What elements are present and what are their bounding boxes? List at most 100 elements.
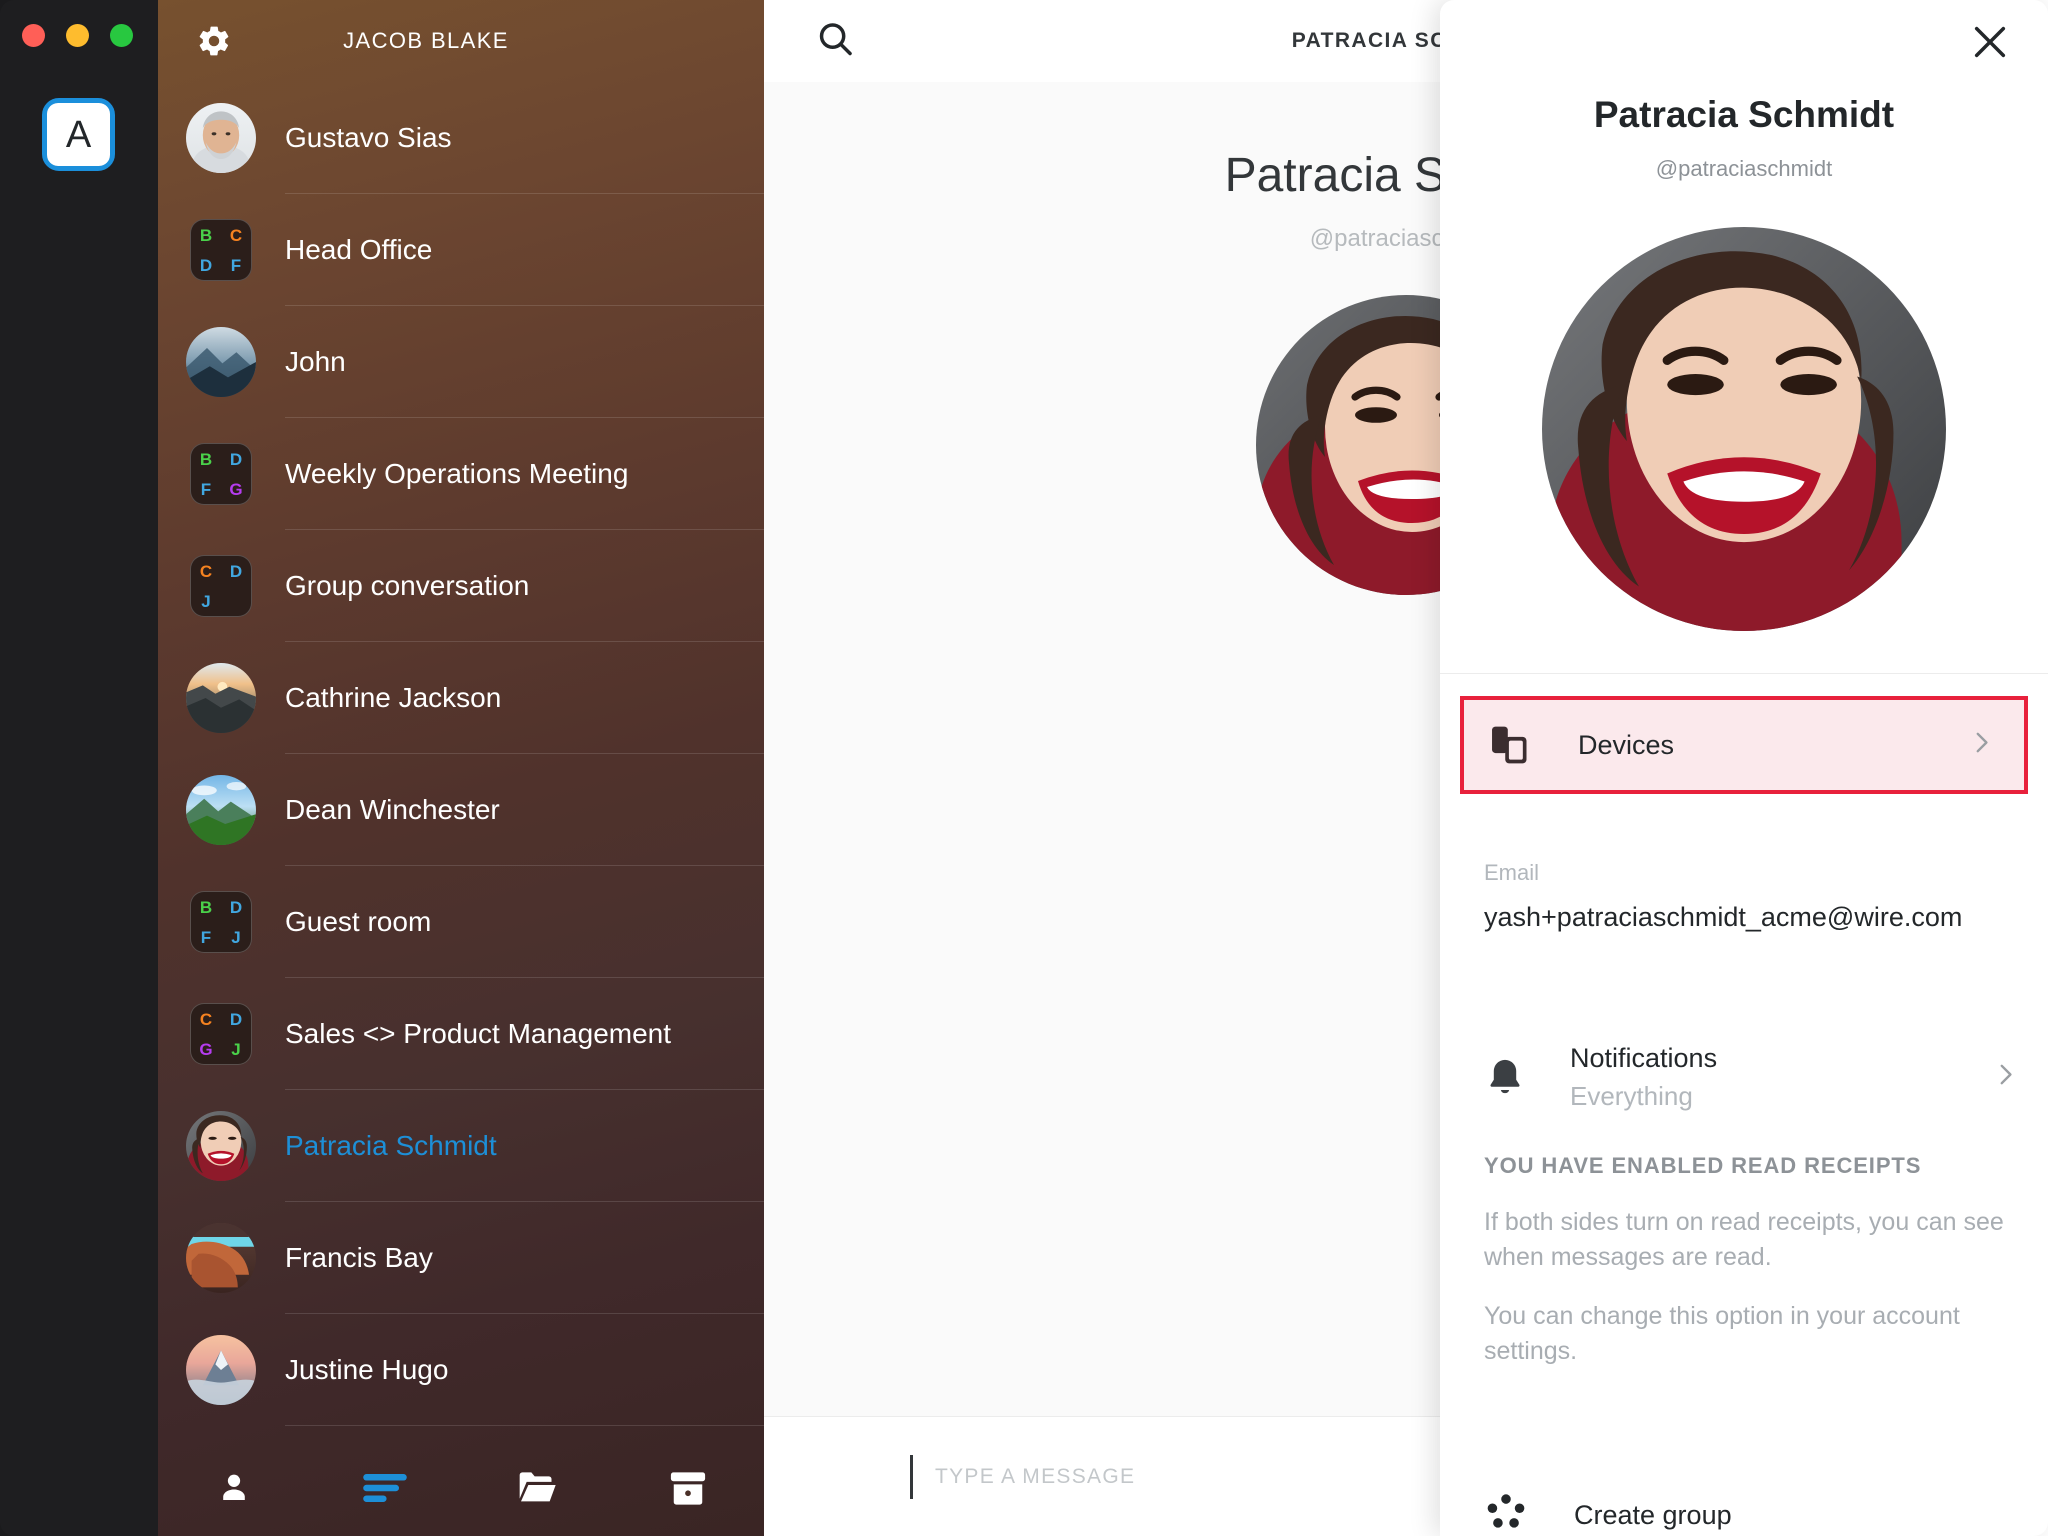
create-group-label: Create group — [1574, 1499, 1732, 1530]
group-avatar-letter: J — [231, 927, 241, 947]
avatar — [186, 1111, 256, 1181]
bell-icon — [1484, 1056, 1526, 1098]
group-avatar-letters: CDJ — [190, 555, 252, 617]
group-avatar: CDJ — [186, 551, 256, 621]
conversation-name: Justine Hugo — [285, 1354, 449, 1385]
avatar — [186, 775, 256, 845]
account-badge-letter: A — [47, 103, 110, 166]
chevron-right-icon — [1992, 1062, 2018, 1093]
group-avatar-letter: F — [200, 479, 212, 499]
window-traffic-lights — [22, 24, 133, 47]
conversation-list-item[interactable]: C D J Group conversation — [158, 530, 764, 642]
conversation-sidebar: JACOB BLAKE Gustavo Sias B C D F Head Office J… — [158, 0, 764, 1536]
avatar-photo — [186, 327, 256, 397]
group-avatar-letters: BDFG — [190, 443, 252, 505]
read-receipts-section: YOU HAVE ENABLED READ RECEIPTS If both s… — [1440, 1125, 2048, 1369]
conversation-name: Dean Winchester — [285, 794, 500, 825]
conversation-list-item[interactable]: Francis Bay — [158, 1202, 764, 1314]
avatar-photo — [186, 1111, 256, 1181]
group-avatar-letter: B — [199, 225, 213, 245]
account-switcher-badge[interactable]: A — [42, 98, 115, 171]
avatar-photo — [186, 1335, 256, 1405]
close-icon[interactable] — [1966, 18, 2014, 66]
account-rail: A — [0, 0, 158, 1536]
group-avatar-letter: G — [229, 479, 243, 499]
avatar — [186, 1223, 256, 1293]
chevron-right-icon — [1968, 730, 1994, 761]
tab-archive[interactable] — [613, 1440, 765, 1536]
conversation-name: Group conversation — [285, 570, 530, 601]
conversation-list-item[interactable]: B D F G Weekly Operations Meeting — [158, 418, 764, 530]
group-avatar-letter: D — [229, 1009, 243, 1029]
group-avatar-letter: G — [199, 1039, 213, 1059]
group-avatar-letters: BCDF — [190, 219, 252, 281]
conversation-list-item[interactable]: B C D F Head Office — [158, 194, 764, 306]
message-input-placeholder: TYPE A MESSAGE — [935, 1464, 1136, 1488]
sidebar-tab-bar — [158, 1440, 764, 1536]
group-avatar-letter: D — [199, 255, 213, 275]
avatar-photo — [186, 103, 256, 173]
gear-icon[interactable] — [196, 23, 232, 59]
group-avatar-letter: B — [199, 897, 213, 917]
group-avatar-letters: CDGJ — [190, 1003, 252, 1065]
devices-row[interactable]: Devices — [1460, 696, 2028, 794]
conversation-list-item[interactable]: B D F J Guest room — [158, 866, 764, 978]
group-avatar-letter: J — [201, 591, 211, 611]
notifications-title: Notifications — [1570, 1042, 1718, 1073]
conversation-name: Francis Bay — [285, 1242, 433, 1273]
minimize-window-button[interactable] — [66, 24, 89, 47]
read-receipts-heading: YOU HAVE ENABLED READ RECEIPTS — [1484, 1153, 1922, 1178]
tab-conversations[interactable] — [310, 1440, 462, 1536]
details-avatar — [1542, 227, 1946, 631]
group-avatar-letter: D — [229, 561, 243, 581]
sidebar-title: JACOB BLAKE — [343, 28, 509, 53]
read-receipts-paragraph-2: You can change this option in your accou… — [1484, 1302, 1960, 1365]
group-avatar-letter: F — [200, 927, 212, 947]
read-receipts-paragraph-1: If both sides turn on read receipts, you… — [1484, 1208, 2004, 1271]
avatar — [186, 663, 256, 733]
group-avatar-letter: C — [199, 1009, 213, 1029]
conversation-name: Weekly Operations Meeting — [285, 458, 629, 489]
notifications-row[interactable]: Notifications Everything — [1440, 1029, 2048, 1125]
avatar — [186, 1335, 256, 1405]
group-avatar: BDFG — [186, 439, 256, 509]
email-value: yash+patraciaschmidt_acme@wire.com — [1484, 902, 1963, 932]
group-avatar-letters: BDFJ — [190, 891, 252, 953]
conversation-list-item[interactable]: Justine Hugo — [158, 1314, 764, 1426]
conversation-list-item[interactable]: Gustavo Sias — [158, 82, 764, 194]
email-block: Email yash+patraciaschmidt_acme@wire.com — [1440, 794, 2048, 933]
conversation-list-item[interactable]: John — [158, 306, 764, 418]
devices-icon — [1488, 723, 1532, 767]
tab-folders[interactable] — [461, 1440, 613, 1536]
group-icon — [1484, 1491, 1528, 1535]
group-avatar-letter: D — [229, 449, 243, 469]
create-group-row[interactable]: Create group — [1440, 1464, 2048, 1536]
group-avatar: BDFJ — [186, 887, 256, 957]
conversation-name: Patracia Schmidt — [285, 1130, 497, 1161]
sidebar-header: JACOB BLAKE — [158, 0, 764, 82]
details-handle: @patraciaschmidt — [1655, 156, 1833, 181]
tab-people[interactable] — [158, 1440, 310, 1536]
details-name: Patracia Schmidt — [1593, 94, 1895, 135]
search-icon[interactable] — [816, 20, 854, 63]
maximize-window-button[interactable] — [110, 24, 133, 47]
group-avatar-letter: F — [230, 255, 242, 275]
conversation-list-item[interactable]: Dean Winchester — [158, 754, 764, 866]
close-window-button[interactable] — [22, 24, 45, 47]
conversation-list[interactable]: Gustavo Sias B C D F Head Office John B D F G Weekl… — [158, 82, 764, 1440]
avatar — [186, 103, 256, 173]
user-details-panel: Patracia Schmidt @patraciaschmidt Device… — [1440, 0, 2048, 1536]
details-identity: Patracia Schmidt @patraciaschmidt — [1440, 0, 2048, 182]
avatar — [186, 327, 256, 397]
avatar-photo — [186, 775, 256, 845]
group-avatar-letter: C — [199, 561, 213, 581]
conversation-name: Cathrine Jackson — [285, 682, 502, 713]
conversation-list-item[interactable]: Cathrine Jackson — [158, 642, 764, 754]
conversation-list-item[interactable]: Patracia Schmidt — [158, 1090, 764, 1202]
text-cursor — [910, 1454, 913, 1499]
conversation-name: Sales <> Product Management — [285, 1018, 672, 1049]
group-avatar: BCDF — [186, 215, 256, 285]
conversation-name: Gustavo Sias — [285, 122, 452, 153]
conversation-list-item[interactable]: C D G J Sales <> Product Management — [158, 978, 764, 1090]
avatar-photo — [186, 663, 256, 733]
